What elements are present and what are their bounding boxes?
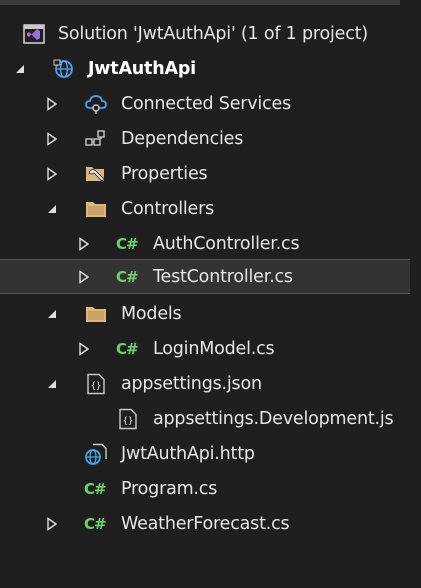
- collapsed-arrow-icon[interactable]: [78, 236, 90, 251]
- weather-forecast-label: WeatherForecast.cs: [121, 513, 290, 534]
- svg-text:{}: {}: [123, 416, 134, 426]
- program-label: Program.cs: [121, 478, 218, 499]
- tree-item-controllers[interactable]: Controllers: [0, 191, 421, 226]
- json-file-icon: {}: [119, 408, 137, 429]
- csharp-file-icon: C#: [84, 514, 107, 533]
- visual-studio-solution-icon: [23, 23, 45, 44]
- collapsed-arrow-icon[interactable]: [78, 341, 90, 356]
- connected-services-cloud-icon: [85, 94, 107, 114]
- http-file-icon: [85, 443, 107, 465]
- tree-item-appsettings[interactable]: {} appsettings.json: [0, 366, 421, 401]
- tree-item-appsettings-development[interactable]: {} appsettings.Development.js: [0, 401, 421, 436]
- dependencies-label: Dependencies: [121, 128, 244, 149]
- tree-item-connected-services[interactable]: Connected Services: [0, 86, 421, 121]
- models-label: Models: [121, 303, 182, 324]
- test-controller-label: TestController.cs: [153, 266, 293, 287]
- project-label: JwtAuthApi: [88, 58, 196, 79]
- web-project-globe-icon: [53, 59, 73, 78]
- collapsed-arrow-icon[interactable]: [78, 269, 90, 284]
- tree-item-dependencies[interactable]: Dependencies: [0, 121, 421, 156]
- tree-item-http-file[interactable]: JwtAuthApi.http: [0, 436, 421, 471]
- tree-item-models[interactable]: Models: [0, 296, 421, 331]
- expanded-arrow-icon[interactable]: [46, 307, 58, 321]
- svg-text:{}: {}: [91, 381, 102, 391]
- folder-icon: [86, 201, 106, 217]
- horizontal-scrollbar[interactable]: [0, 0, 400, 5]
- tree-item-test-controller[interactable]: C# TestController.cs: [0, 259, 410, 294]
- csharp-file-icon: C#: [116, 339, 139, 358]
- tree-item-program[interactable]: C# Program.cs: [0, 471, 421, 506]
- json-file-icon: {}: [87, 373, 105, 394]
- connected-services-label: Connected Services: [121, 93, 291, 114]
- controllers-label: Controllers: [121, 198, 214, 219]
- properties-label: Properties: [121, 163, 208, 184]
- login-model-label: LoginModel.cs: [153, 338, 275, 359]
- csharp-file-icon: C#: [116, 234, 139, 253]
- collapsed-arrow-icon[interactable]: [46, 131, 58, 146]
- expanded-arrow-icon[interactable]: [46, 202, 58, 216]
- solution-label: Solution 'JwtAuthApi' (1 of 1 project): [58, 23, 368, 44]
- top-scroll-strip: [0, 0, 421, 14]
- csharp-file-icon: C#: [116, 267, 139, 286]
- folder-icon: [86, 306, 106, 322]
- dependencies-icon: [85, 129, 105, 146]
- collapsed-arrow-icon[interactable]: [46, 96, 58, 111]
- auth-controller-label: AuthController.cs: [153, 233, 300, 254]
- http-file-label: JwtAuthApi.http: [121, 443, 255, 464]
- appsettings-development-label: appsettings.Development.js: [153, 408, 394, 429]
- collapsed-arrow-icon[interactable]: [46, 166, 58, 181]
- tree-item-login-model[interactable]: C# LoginModel.cs: [0, 331, 421, 366]
- wrench-properties-icon: [86, 166, 105, 182]
- tree-item-weather-forecast[interactable]: C# WeatherForecast.cs: [0, 506, 421, 541]
- tree-item-solution[interactable]: Solution 'JwtAuthApi' (1 of 1 project): [0, 16, 421, 51]
- tree-item-auth-controller[interactable]: C# AuthController.cs: [0, 226, 421, 261]
- collapsed-arrow-icon[interactable]: [46, 516, 58, 531]
- tree-item-properties[interactable]: Properties: [0, 156, 421, 191]
- appsettings-label: appsettings.json: [121, 373, 262, 394]
- tree-item-project[interactable]: JwtAuthApi: [0, 51, 421, 86]
- expanded-arrow-icon[interactable]: [46, 377, 58, 391]
- csharp-file-icon: C#: [84, 479, 107, 498]
- expanded-arrow-icon[interactable]: [14, 62, 26, 76]
